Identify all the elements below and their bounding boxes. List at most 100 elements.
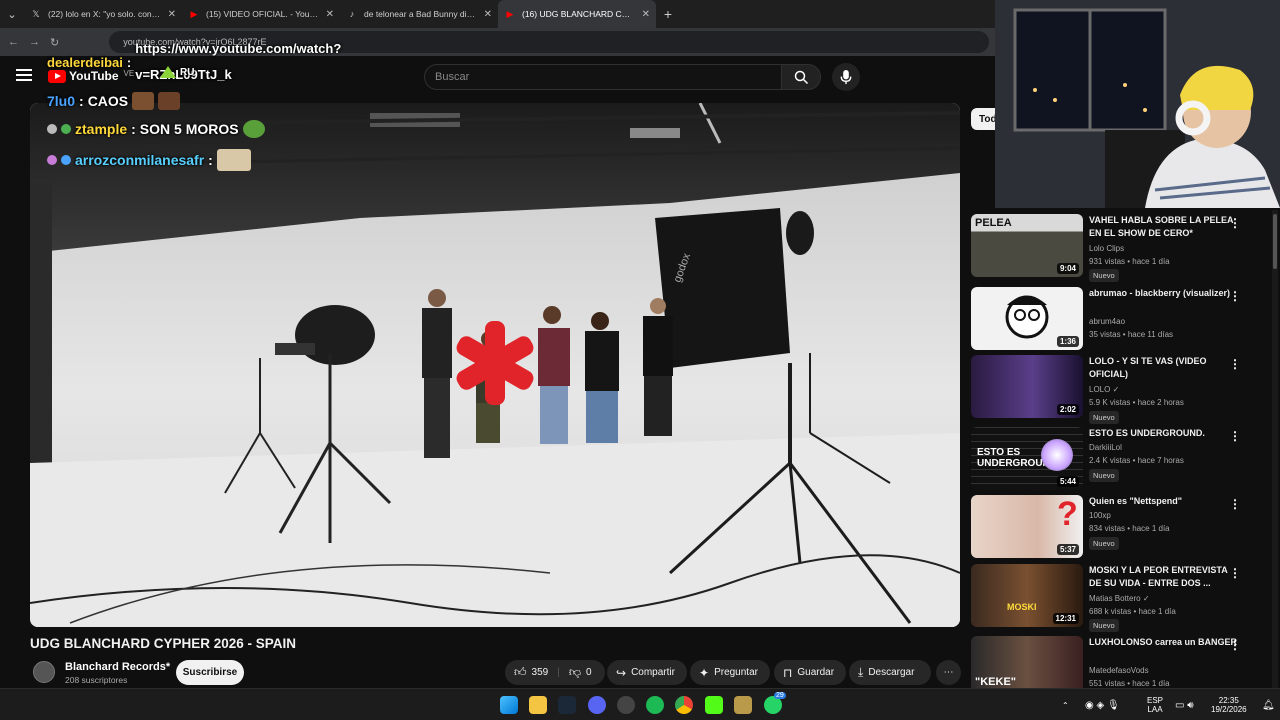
kick-icon[interactable] bbox=[705, 696, 723, 714]
channel-name[interactable]: DarkiiiLol bbox=[1089, 443, 1122, 452]
video-thumbnail[interactable]: ESTO ES UNDERGROUND 5:44 bbox=[971, 427, 1083, 490]
windows-start-icon[interactable] bbox=[500, 696, 518, 714]
save-button[interactable]: ⊓ Guardar bbox=[774, 660, 846, 685]
back-arrow-icon[interactable]: ← bbox=[8, 36, 19, 48]
recommended-video[interactable]: 1:36 abrumao - blackberry (visualizer) a… bbox=[971, 287, 1271, 351]
more-vertical-icon[interactable]: ⋮ bbox=[1229, 216, 1241, 230]
new-badge: Nuevo bbox=[1089, 619, 1119, 632]
recommended-video[interactable]: ESTO ES UNDERGROUND 5:44 ESTO ES UNDERGR… bbox=[971, 427, 1271, 491]
close-icon[interactable]: ✕ bbox=[326, 9, 334, 20]
spotify-icon[interactable] bbox=[646, 696, 664, 714]
video-stats: 834 vistas • hace 1 día bbox=[1089, 524, 1170, 533]
video-title[interactable]: MOSKI Y LA PEOR ENTREVISTA DE SU VIDA - … bbox=[1089, 564, 1241, 590]
thumbnail-text: MOSKI bbox=[1007, 602, 1037, 612]
ask-button[interactable]: ✦ Preguntar bbox=[690, 660, 770, 685]
recommended-video[interactable]: MOSKI 12:31 MOSKI Y LA PEOR ENTREVISTA D… bbox=[971, 564, 1271, 632]
video-thumbnail[interactable]: PELEA 9:04 bbox=[971, 214, 1083, 277]
video-thumbnail[interactable]: 2:02 bbox=[971, 355, 1083, 418]
thumbs-down-icon[interactable]: 👎︎ bbox=[569, 665, 581, 680]
search-button[interactable] bbox=[781, 64, 821, 90]
browser-tab[interactable]: ♪ de telonear a Bad Bunny directo ✕ bbox=[340, 0, 498, 28]
channel-name[interactable]: 100xp bbox=[1089, 511, 1111, 520]
download-label: Descargar bbox=[868, 667, 915, 678]
network-volume-icons[interactable]: ▭ 🔊︎ bbox=[1175, 689, 1194, 720]
channel-avatar[interactable] bbox=[33, 661, 55, 683]
recommended-video[interactable]: "KEKE" LUXHOLONSO carrea un BANGER Mated… bbox=[971, 636, 1271, 688]
subscribe-button[interactable]: Suscribirse bbox=[176, 660, 244, 685]
video-title[interactable]: Quien es "Nettspend" bbox=[1089, 495, 1241, 508]
video-thumbnail[interactable]: 1:36 bbox=[971, 287, 1083, 350]
thumbs-up-icon[interactable]: 👍︎ bbox=[514, 665, 527, 680]
notifications-icon[interactable]: 🔔︎ bbox=[1262, 689, 1275, 720]
file-explorer-icon[interactable] bbox=[529, 696, 547, 714]
recommended-video[interactable]: 2:02 LOLO - Y SI TE VAS (VIDEO OFICIAL) … bbox=[971, 355, 1271, 424]
video-duration: 12:31 bbox=[1052, 613, 1079, 624]
browser-tab[interactable]: 𝕏 (22) lolo en X: "yo solo. contra el ✕ bbox=[24, 0, 182, 28]
channel-name[interactable]: Matias Bottero ✓ bbox=[1089, 594, 1150, 603]
obs-icon[interactable] bbox=[617, 696, 635, 714]
video-thumbnail[interactable]: ? 5:37 bbox=[971, 495, 1083, 558]
new-badge: Nuevo bbox=[1089, 411, 1119, 424]
emote-icon bbox=[132, 92, 155, 110]
video-title[interactable]: LOLO - Y SI TE VAS (VIDEO OFICIAL) bbox=[1089, 355, 1241, 381]
steam-icon[interactable] bbox=[558, 696, 576, 714]
recommended-video[interactable]: ? 5:37 Quien es "Nettspend" 100xp 834 vi… bbox=[971, 495, 1271, 559]
close-icon[interactable]: ✕ bbox=[168, 9, 176, 20]
tab-title: (16) UDG BLANCHARD CYPHER bbox=[522, 9, 636, 19]
video-thumbnail[interactable]: "KEKE" bbox=[971, 636, 1083, 688]
browser-tab[interactable]: ▶ (15) VIDEO OFICIAL. - YouTube ✕ bbox=[182, 0, 340, 28]
chat-message: arrozconmilanesafr: bbox=[47, 149, 251, 171]
recommended-video[interactable]: PELEA 9:04 VAHEL HABLA SOBRE LA PELEA EN… bbox=[971, 214, 1271, 282]
search-icon bbox=[794, 70, 808, 84]
close-icon[interactable]: ✕ bbox=[642, 9, 650, 20]
more-vertical-icon[interactable]: ⋮ bbox=[1229, 497, 1241, 511]
language-indicator[interactable]: ESP LAA bbox=[1147, 689, 1163, 720]
video-title[interactable]: ESTO ES UNDERGROUND. bbox=[1089, 427, 1241, 440]
like-dislike-group: 👍︎ 359 | 👎︎ 0 bbox=[505, 660, 605, 685]
video-player[interactable]: godox bbox=[30, 103, 960, 627]
download-button[interactable]: ⤓ Descargar bbox=[849, 660, 931, 685]
voice-search-button[interactable] bbox=[832, 63, 860, 91]
chat-message: ztample: SON 5 MOROS bbox=[47, 120, 265, 138]
tray-overflow-icon[interactable]: ⌃ bbox=[1062, 689, 1069, 720]
channel-name[interactable]: LOLO ✓ bbox=[1089, 385, 1119, 394]
video-title[interactable]: abrumao - blackberry (visualizer) bbox=[1089, 287, 1241, 300]
discord-icon[interactable] bbox=[588, 696, 606, 714]
more-vertical-icon[interactable]: ⋮ bbox=[1229, 357, 1241, 371]
thumbnail-text: "KEKE" bbox=[975, 676, 1016, 688]
filter-chip-all[interactable]: Todos bbox=[971, 108, 995, 130]
bookmark-icon: ⊓ bbox=[783, 665, 793, 680]
like-count[interactable]: 359 bbox=[532, 667, 549, 678]
more-vertical-icon[interactable]: ⋮ bbox=[1229, 638, 1241, 652]
channel-name[interactable]: abrum4ao bbox=[1089, 317, 1125, 326]
search-input[interactable]: Buscar bbox=[424, 64, 782, 90]
channel-name[interactable]: Lolo Clips bbox=[1089, 244, 1124, 253]
video-title[interactable]: VAHEL HABLA SOBRE LA PELEA EN EL SHOW DE… bbox=[1089, 214, 1241, 240]
clock[interactable]: 22:35 19/2/2026 bbox=[1211, 689, 1247, 720]
moderator-badge-icon bbox=[47, 124, 57, 134]
sidebar-scrollbar[interactable] bbox=[1272, 210, 1278, 688]
more-vertical-icon[interactable]: ⋮ bbox=[1229, 289, 1241, 303]
tab-search-dropdown-icon[interactable]: ⌄ bbox=[0, 0, 24, 28]
video-stats: 688 k vistas • hace 1 día bbox=[1089, 607, 1176, 616]
channel-name[interactable]: MatedefasoVods bbox=[1089, 666, 1149, 675]
new-tab-plus-icon[interactable]: + bbox=[656, 6, 680, 22]
channel-name[interactable]: Blanchard Records* bbox=[65, 661, 170, 673]
scrollbar-thumb[interactable] bbox=[1273, 214, 1277, 269]
game-launcher-icon[interactable] bbox=[734, 696, 752, 714]
more-vertical-icon[interactable]: ⋮ bbox=[1229, 429, 1241, 443]
share-button[interactable]: ↪ Compartir bbox=[607, 660, 687, 685]
close-icon[interactable]: ✕ bbox=[484, 9, 492, 20]
more-actions-button[interactable]: ⋯ bbox=[936, 660, 961, 685]
clock-date: 19/2/2026 bbox=[1211, 705, 1247, 714]
face-emote-icon bbox=[216, 149, 251, 171]
menu-icon[interactable] bbox=[16, 69, 32, 81]
browser-tab-active[interactable]: ▶ (16) UDG BLANCHARD CYPHER ✕ bbox=[498, 0, 656, 28]
chat-message: 7lu0: CAOS bbox=[47, 92, 181, 110]
more-vertical-icon[interactable]: ⋮ bbox=[1229, 566, 1241, 580]
tray-apps-icon[interactable]: ◉ ◈ 🎙︎ bbox=[1085, 689, 1120, 720]
video-title[interactable]: LUXHOLONSO carrea un BANGER bbox=[1089, 636, 1241, 649]
forward-arrow-icon[interactable]: → bbox=[29, 36, 40, 48]
video-thumbnail[interactable]: MOSKI 12:31 bbox=[971, 564, 1083, 627]
chrome-icon[interactable] bbox=[675, 696, 693, 714]
